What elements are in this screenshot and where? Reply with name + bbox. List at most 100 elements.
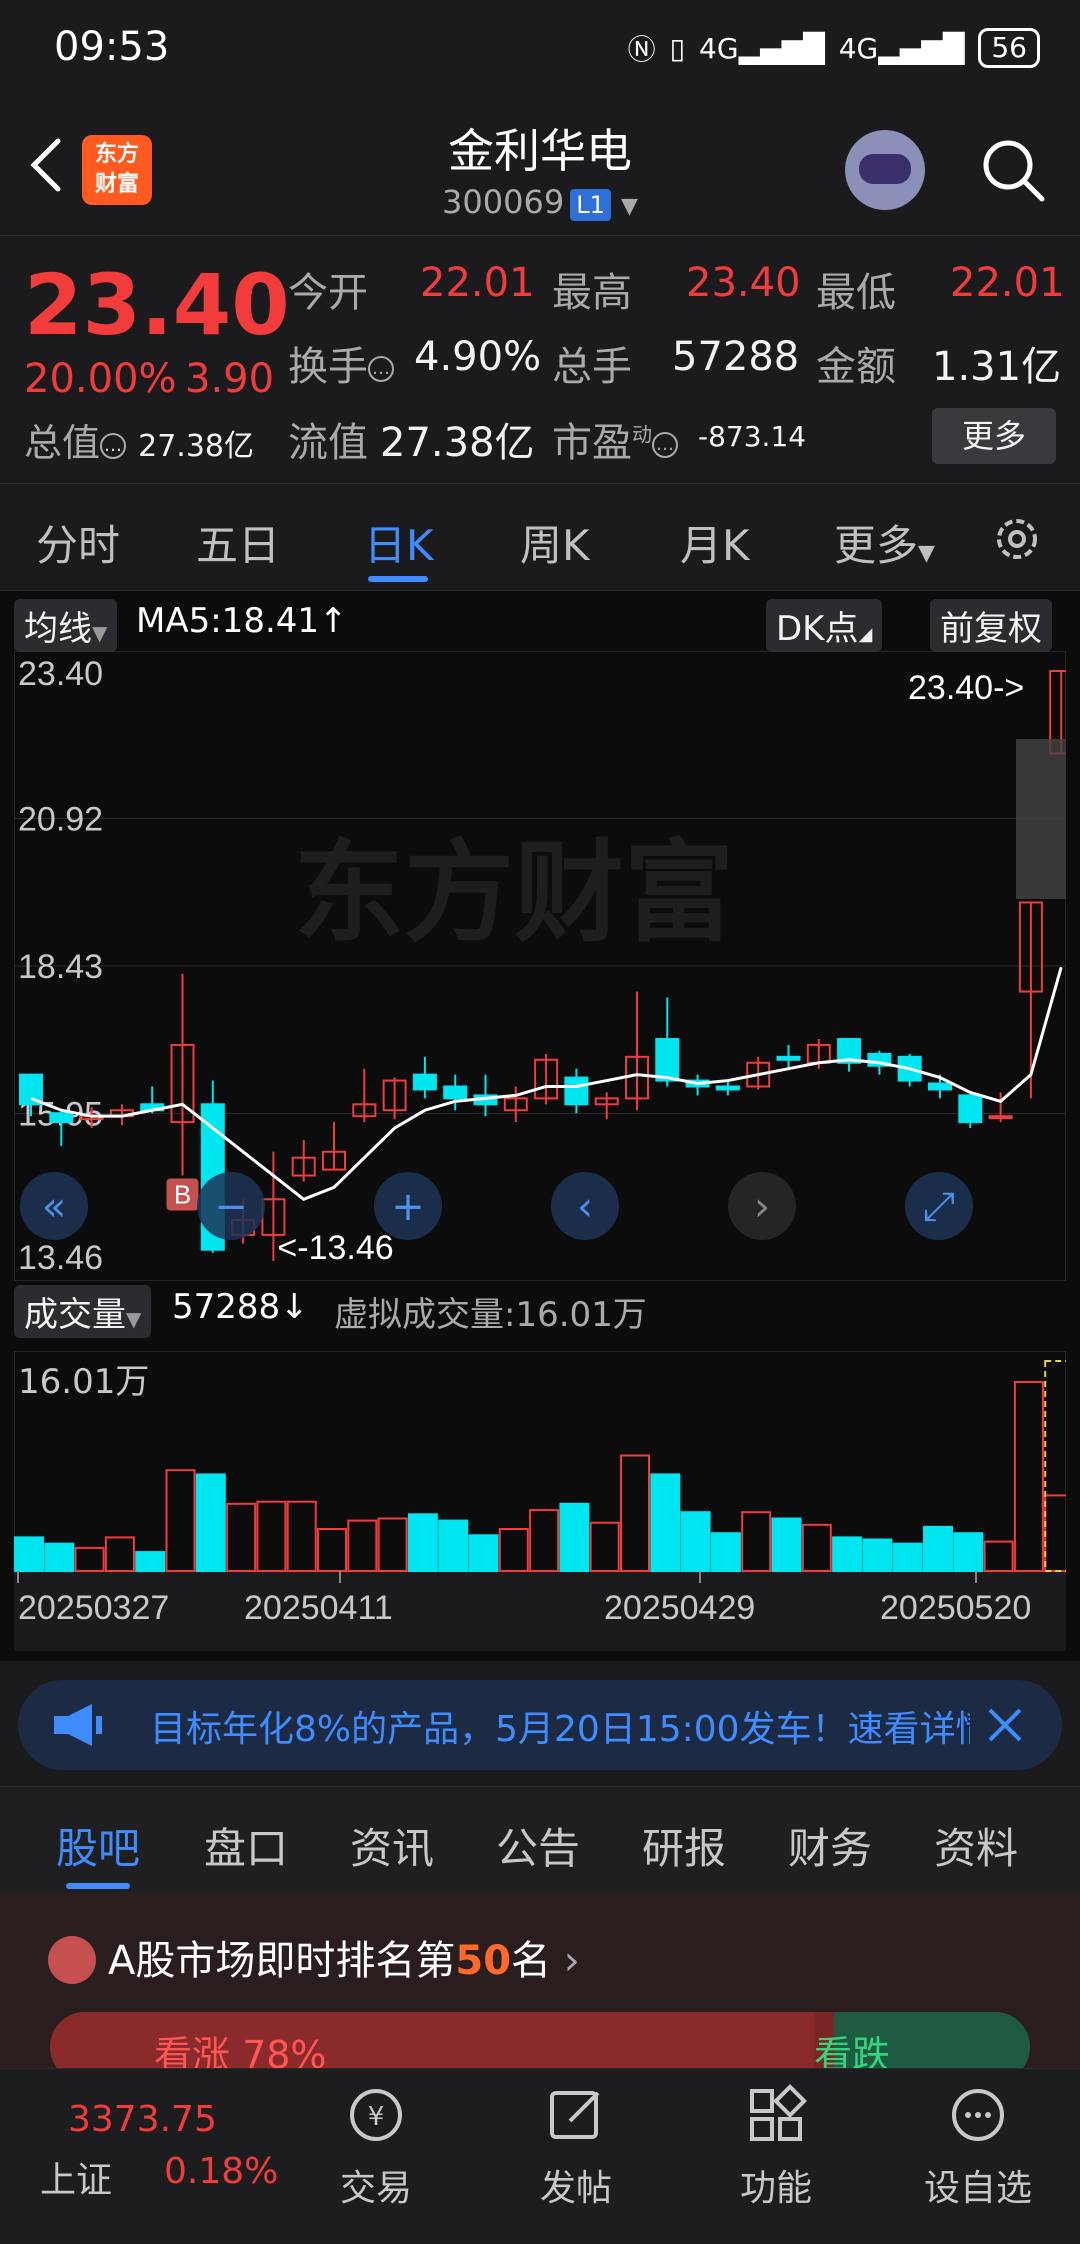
tab-research[interactable]: 研报 [642, 1815, 726, 1876]
low-value: 22.01 [950, 260, 1065, 306]
candlestick-chart[interactable]: 23.4020.9218.4315.9513.46东方财富23.40-><-13… [14, 651, 1066, 1281]
y-tick-label: 18.43 [18, 948, 103, 986]
index-name[interactable]: 上证 [40, 2151, 112, 2203]
volume-bar [377, 1517, 408, 1572]
nav-watchlist[interactable]: 设自选 [908, 2083, 1048, 2211]
more-quote-button[interactable]: 更多 [932, 408, 1056, 464]
index-percent[interactable]: 0.18% [164, 2151, 278, 2192]
tab-monthly-k[interactable]: 月K [680, 512, 750, 573]
nav-post[interactable]: 发帖 [506, 2083, 646, 2211]
corner-icon: ◢ [858, 624, 873, 645]
volume-header: 成交量▼ 57288↓ 虚拟成交量:16.01万 [0, 1281, 1080, 1341]
tab-minute[interactable]: 分时 [36, 512, 120, 573]
chart-area: 均线▼ MA5:18.41↑ DK点◢ 前复权 23.40 20.92 18.43 1… [0, 591, 1080, 1661]
candle-body [564, 1076, 589, 1106]
promo-banner[interactable]: 目标年化8%的产品，5月20日15:00发车！速看详情 [18, 1680, 1062, 1770]
volume-bar [44, 1542, 75, 1572]
volume-bar [801, 1523, 832, 1573]
ma5-value: MA5:18.41↑ [136, 601, 348, 641]
stock-code: 300069 [442, 183, 565, 221]
volume-chart[interactable]: 16.01万 20250327 20250411 20250429 20250520 [14, 1351, 1066, 1651]
candle-body [655, 1038, 680, 1082]
nav-trade[interactable]: ¥ 交易 [306, 2083, 446, 2211]
index-value[interactable]: 3373.75 [68, 2099, 217, 2140]
info-icon[interactable]: … [368, 356, 394, 382]
volume-bar [1013, 1381, 1044, 1572]
tab-forum[interactable]: 股吧 [56, 1815, 140, 1876]
speaker-icon [54, 1704, 102, 1746]
battery-icon: 56 [978, 28, 1040, 68]
edit-icon [550, 2091, 600, 2139]
dropdown-icon: ▼ [621, 194, 638, 219]
tab-orderbook[interactable]: 盘口 [204, 1815, 288, 1876]
volume-label: 总手 [552, 344, 632, 390]
svg-text:¥: ¥ [368, 2102, 385, 2132]
vibrate-icon: ▯ [669, 31, 686, 65]
tab-profile[interactable]: 资料 [934, 1815, 1018, 1876]
tab-five-day[interactable]: 五日 [196, 512, 280, 573]
date-label: 20250429 [604, 1589, 755, 1627]
rank-text[interactable]: A股市场即时排名第50名 › [108, 1928, 580, 1986]
info-icon[interactable]: … [100, 432, 127, 459]
period-tabs: 分时 五日 日K 周K 月K 更多▼ [0, 483, 1080, 591]
status-time: 09:53 [54, 24, 170, 70]
volume-bar [620, 1454, 650, 1572]
volume-bar [832, 1536, 863, 1572]
candle-body [928, 1082, 952, 1091]
volume-bar [317, 1528, 347, 1572]
open-label: 今开 [288, 270, 368, 316]
volume-select[interactable]: 成交量▼ [14, 1285, 152, 1338]
active-tab-indicator [368, 576, 428, 582]
ma-select[interactable]: 均线▼ [14, 599, 118, 652]
y-tick-label: 20.92 [18, 801, 103, 839]
search-icon[interactable] [978, 135, 1048, 205]
chart-icon [48, 1936, 96, 1984]
y-tick-label: 13.46 [18, 1239, 103, 1277]
volume-bar [983, 1540, 1014, 1573]
dropdown-icon: ▼ [92, 621, 108, 645]
chevron-left-icon: ‹ [577, 1184, 593, 1230]
fullscreen-icon: ⤢ [923, 1184, 955, 1230]
turnover-label: 换手… [288, 334, 394, 392]
volume-bar [438, 1519, 469, 1573]
tab-more[interactable]: 更多▼ [834, 512, 935, 573]
nav-trade-label: 交易 [339, 2168, 412, 2209]
virtual-volume: 虚拟成交量:16.01万 [334, 1295, 647, 1335]
nav-functions[interactable]: 功能 [706, 2083, 846, 2211]
dk-point-button[interactable]: DK点◢ [766, 599, 883, 652]
volume-bar [226, 1502, 257, 1572]
status-bar: 09:53 Ⓝ ▯ 4G▂▄▆█ 4G▂▄▆█ 56 [0, 0, 1080, 105]
candle-body [412, 1073, 437, 1091]
volume-bar [407, 1513, 438, 1573]
grid-icon [750, 2084, 807, 2141]
active-section-indicator [66, 1883, 130, 1889]
volume-bar [923, 1525, 953, 1572]
volume-bar [286, 1500, 317, 1572]
nav-watchlist-label: 设自选 [923, 2168, 1032, 2209]
close-icon[interactable] [980, 1700, 1030, 1750]
chevron-right-icon: › [563, 1938, 580, 1984]
status-icons: Ⓝ ▯ 4G▂▄▆█ 4G▂▄▆█ 56 [628, 28, 1040, 68]
float-label: 流值 [288, 420, 368, 466]
low-label: 最低 [816, 270, 896, 316]
volume-bar [529, 1509, 560, 1573]
tab-news[interactable]: 资讯 [350, 1815, 434, 1876]
zoom-in-icon: + [391, 1184, 425, 1230]
float-value: 27.38亿 [380, 420, 535, 466]
adjust-button[interactable]: 前复权 [930, 599, 1052, 652]
high-label: 最高 [552, 270, 632, 316]
tab-announcements[interactable]: 公告 [496, 1815, 580, 1876]
amount-label: 金额 [816, 344, 896, 390]
candle-body [988, 1115, 1013, 1120]
tab-finance[interactable]: 财务 [788, 1815, 872, 1876]
zoom-out-icon: − [214, 1184, 248, 1230]
tab-daily-k[interactable]: 日K [364, 512, 434, 573]
volume-bar [468, 1534, 499, 1573]
info-icon[interactable]: … [652, 432, 678, 458]
tab-weekly-k[interactable]: 周K [520, 512, 590, 573]
assistant-robot-icon[interactable] [845, 130, 925, 210]
volume-bar [135, 1551, 166, 1573]
volume-bar [650, 1473, 681, 1572]
gear-icon[interactable] [990, 512, 1044, 566]
trade-icon: ¥ [350, 2089, 402, 2141]
